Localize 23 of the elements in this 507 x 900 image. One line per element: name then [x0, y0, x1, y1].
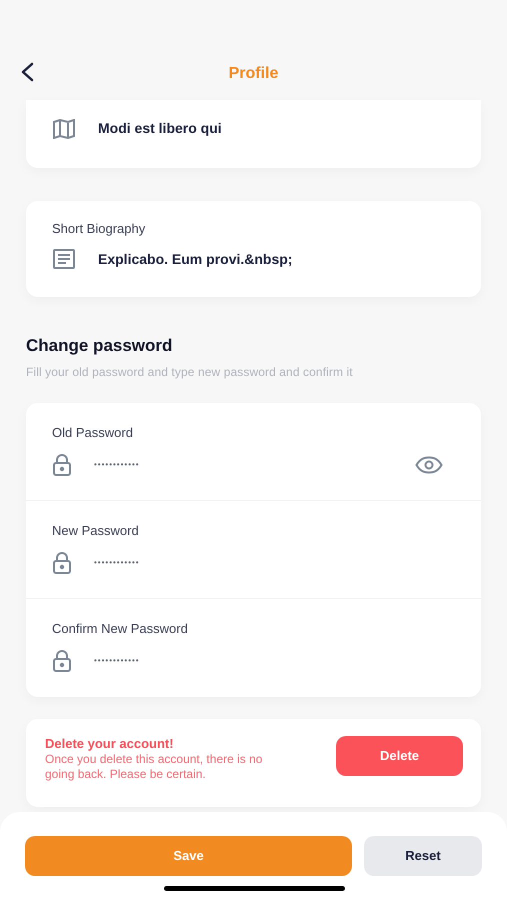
page-title: Profile: [228, 64, 278, 84]
delete-button[interactable]: Delete: [336, 736, 463, 776]
lock-icon: [52, 552, 72, 574]
field-value[interactable]: Explicabo. Eum provi.&nbsp;: [98, 248, 292, 270]
field-value[interactable]: Modi est libero qui: [98, 118, 222, 139]
lock-icon: [52, 454, 72, 476]
document-icon: [53, 249, 75, 269]
map-icon: [52, 118, 76, 138]
field-label: New Password: [52, 522, 140, 540]
lock-icon: [52, 650, 72, 672]
section-subtitle: Fill your old password and type new password and confirm it: [26, 364, 354, 380]
eye-icon[interactable]: [415, 456, 443, 474]
reset-button[interactable]: Reset: [364, 836, 482, 876]
password-field[interactable]: ••••••••••••: [94, 655, 455, 667]
password-field[interactable]: ••••••••••••: [94, 557, 455, 569]
warning-title: Delete your account!: [45, 736, 175, 752]
password-field[interactable]: ••••••••••••: [94, 459, 415, 471]
field-label: Confirm New Password: [52, 620, 189, 638]
back-icon[interactable]: [20, 62, 34, 82]
warning-message: Once you delete this account, there is no going back. Please be certain.: [45, 752, 264, 782]
field-label: Old Password: [52, 424, 134, 442]
field-label: Short Biography: [52, 220, 146, 238]
section-title: Change password: [26, 335, 174, 357]
